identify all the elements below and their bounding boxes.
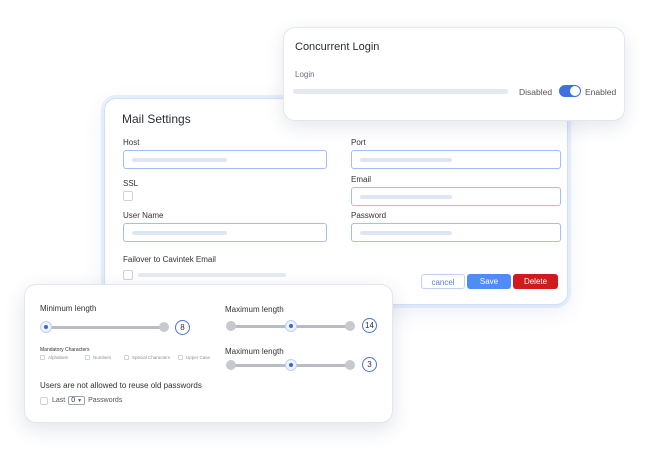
port-label: Port bbox=[351, 138, 366, 147]
mandatory-characters-label: Mandatory Characters bbox=[40, 347, 90, 353]
host-placeholder bbox=[132, 158, 227, 162]
last-passwords-row: Last 0 ▼ Passwords bbox=[40, 396, 122, 405]
option-upper-case[interactable]: Upper Case bbox=[178, 355, 210, 360]
max-length-2-slider-end[interactable] bbox=[345, 360, 355, 370]
reuse-checkbox[interactable] bbox=[40, 396, 48, 405]
min-length-value: 8 bbox=[175, 320, 190, 335]
concurrent-login-panel: Concurrent Login Login Disabled Enabled bbox=[283, 27, 625, 121]
option-label: Numbers bbox=[93, 355, 112, 360]
password-label: Password bbox=[351, 211, 387, 220]
password-placeholder bbox=[360, 231, 452, 235]
passwords-label: Passwords bbox=[88, 397, 123, 404]
email-placeholder bbox=[360, 195, 452, 199]
username-placeholder bbox=[132, 231, 227, 235]
max-length-slider-handle[interactable] bbox=[285, 320, 297, 332]
delete-button[interactable]: Delete bbox=[513, 274, 558, 289]
username-input[interactable] bbox=[123, 223, 327, 242]
min-length-track bbox=[45, 326, 163, 329]
mail-settings-title: Mail Settings bbox=[122, 112, 191, 126]
min-length-slider-handle[interactable] bbox=[40, 321, 52, 333]
option-label: Alphabets bbox=[48, 355, 69, 360]
reuse-passwords-label: Users are not allowed to reuse old passw… bbox=[40, 381, 202, 390]
host-label: Host bbox=[123, 138, 140, 147]
option-alphabets[interactable]: Alphabets bbox=[40, 355, 68, 360]
mail-settings-panel: Mail Settings Host Port SSL Email User N… bbox=[104, 98, 568, 305]
max-length-slider-end[interactable] bbox=[345, 321, 355, 331]
concurrent-login-title: Concurrent Login bbox=[295, 41, 380, 53]
last-count-select[interactable]: 0 ▼ bbox=[68, 396, 86, 405]
failover-label: Failover to Cavintek Email bbox=[123, 255, 216, 264]
max-length-slider-start[interactable] bbox=[226, 321, 236, 331]
chevron-down-icon: ▼ bbox=[77, 397, 83, 404]
option-checkbox[interactable] bbox=[178, 355, 183, 360]
password-policy-panel: Minimum length 8 Maximum length 14 Manda… bbox=[24, 284, 393, 423]
failover-checkbox[interactable] bbox=[123, 270, 133, 280]
email-label: Email bbox=[351, 175, 372, 184]
option-checkbox[interactable] bbox=[124, 355, 129, 360]
port-input[interactable] bbox=[351, 150, 561, 169]
login-label: Login bbox=[295, 70, 315, 79]
cancel-button[interactable]: cancel bbox=[421, 274, 465, 289]
option-numbers[interactable]: Numbers bbox=[85, 355, 111, 360]
save-button[interactable]: Save bbox=[467, 274, 511, 289]
option-label: Special Characters bbox=[132, 355, 171, 360]
option-label: Upper Case bbox=[186, 355, 211, 360]
max-length-value-2: 3 bbox=[362, 357, 377, 372]
email-input[interactable] bbox=[351, 187, 561, 206]
max-length-2-slider-start[interactable] bbox=[226, 360, 236, 370]
login-toggle[interactable] bbox=[559, 85, 581, 97]
last-count-value: 0 bbox=[71, 397, 76, 404]
password-input[interactable] bbox=[351, 223, 561, 242]
max-length-value: 14 bbox=[362, 318, 377, 333]
login-placeholder-bar bbox=[293, 89, 508, 94]
min-length-label: Minimum length bbox=[40, 304, 97, 313]
ssl-label: SSL bbox=[123, 179, 139, 188]
max-length-2-slider-handle[interactable] bbox=[285, 359, 297, 371]
max-length-label: Maximum length bbox=[225, 305, 284, 314]
username-label: User Name bbox=[123, 211, 164, 220]
option-checkbox[interactable] bbox=[40, 355, 45, 360]
host-input[interactable] bbox=[123, 150, 327, 169]
toggle-knob bbox=[570, 86, 580, 96]
min-length-slider-end[interactable] bbox=[159, 322, 169, 332]
ssl-checkbox[interactable] bbox=[123, 191, 133, 201]
option-special-characters[interactable]: Special Characters bbox=[124, 355, 170, 360]
max-length-label-2: Maximum length bbox=[225, 347, 284, 356]
disabled-label: Disabled bbox=[519, 87, 553, 97]
last-label: Last bbox=[52, 397, 66, 404]
enabled-label: Enabled bbox=[585, 87, 617, 97]
port-placeholder bbox=[360, 158, 452, 162]
option-checkbox[interactable] bbox=[85, 355, 90, 360]
failover-placeholder bbox=[138, 273, 286, 277]
